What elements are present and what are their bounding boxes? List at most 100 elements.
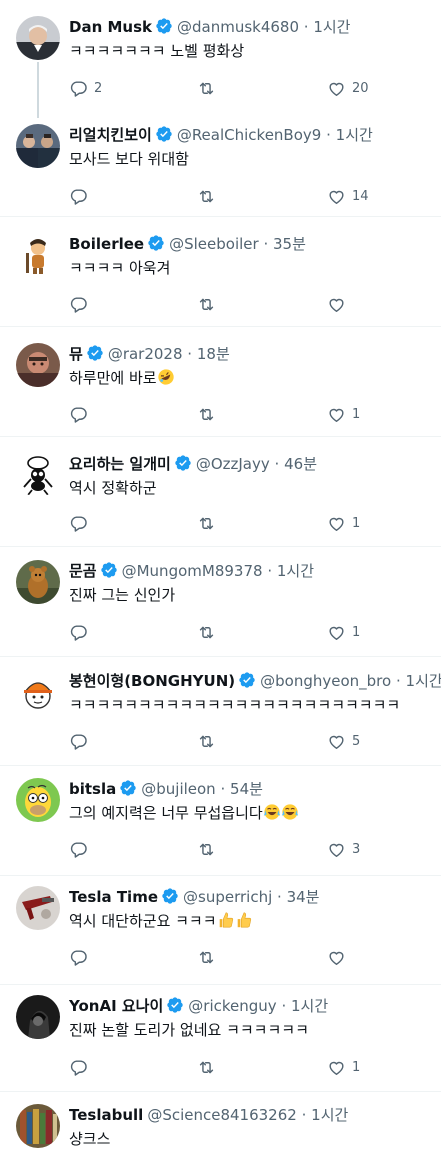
- tweet-text: 역시 대단하군요 ㅋㅋㅋ: [69, 910, 433, 932]
- like-button[interactable]: 1: [327, 512, 360, 534]
- retweet-button[interactable]: [197, 185, 222, 207]
- like-button[interactable]: 1: [327, 621, 360, 643]
- tweet[interactable]: 리얼치킨보이 @RealChickenBoy9 · 1시간 모사드 보다 위대함 …: [0, 108, 441, 216]
- user-handle[interactable]: @superrichj: [183, 888, 272, 906]
- timestamp[interactable]: 1시간: [336, 126, 373, 144]
- like-button[interactable]: 1: [327, 1056, 360, 1078]
- retweet-button[interactable]: [197, 838, 222, 860]
- like-button[interactable]: 20: [327, 77, 369, 99]
- avatar[interactable]: [16, 124, 60, 168]
- avatar[interactable]: [16, 778, 60, 822]
- reply-button[interactable]: [69, 512, 94, 534]
- user-handle[interactable]: @OzzJayy: [196, 455, 270, 473]
- separator-dot: ·: [187, 345, 193, 363]
- display-name[interactable]: Dan Musk: [69, 18, 152, 36]
- avatar[interactable]: [16, 995, 60, 1039]
- avatar[interactable]: [16, 16, 60, 60]
- display-name[interactable]: Tesla Time: [69, 888, 158, 906]
- reply-button[interactable]: [69, 293, 94, 315]
- tweet[interactable]: 봉현이형(BONGHYUN) @bonghyeon_bro · 1시간 ㅋㅋㅋㅋㅋ…: [0, 657, 441, 765]
- timestamp[interactable]: 1시간: [313, 18, 350, 36]
- user-handle[interactable]: @bujileon: [141, 780, 215, 798]
- reply-button[interactable]: [69, 946, 94, 968]
- tweet[interactable]: 문곰 @MungomM89378 · 1시간 진짜 그는 신인가 1: [0, 547, 441, 656]
- separator-dot: ·: [301, 1106, 307, 1124]
- retweet-button[interactable]: [197, 77, 222, 99]
- reply-icon: [70, 80, 87, 97]
- timestamp[interactable]: 18분: [197, 345, 230, 363]
- tweet[interactable]: 요리하는 일개미 @OzzJayy · 46분 역시 정확하군 1: [0, 437, 441, 546]
- reply-button[interactable]: [69, 403, 94, 425]
- reply-button[interactable]: 2: [69, 77, 102, 99]
- display-name[interactable]: 요리하는 일개미: [69, 455, 171, 473]
- display-name[interactable]: bitsla: [69, 780, 116, 798]
- like-button[interactable]: [327, 293, 352, 315]
- user-handle[interactable]: @Science84163262: [147, 1106, 297, 1124]
- tweet-actions: 5: [69, 730, 409, 752]
- reply-button[interactable]: [69, 1056, 94, 1078]
- display-name[interactable]: Boilerlee: [69, 235, 144, 253]
- display-name[interactable]: Teslabull: [69, 1106, 143, 1124]
- like-button[interactable]: 5: [327, 730, 360, 752]
- reply-button[interactable]: [69, 730, 94, 752]
- tweet[interactable]: Boilerlee @Sleeboiler · 35분 ㅋㅋㅋㅋ 아욱겨: [0, 217, 441, 326]
- like-button[interactable]: 1: [327, 403, 360, 425]
- like-button[interactable]: [327, 946, 352, 968]
- like-button[interactable]: 14: [327, 185, 369, 207]
- timestamp[interactable]: 54분: [230, 780, 263, 798]
- retweet-button[interactable]: [197, 621, 222, 643]
- timestamp[interactable]: 1시간: [291, 997, 328, 1015]
- display-name[interactable]: YonAI 요나이: [69, 997, 163, 1015]
- timestamp[interactable]: 1시간: [277, 562, 314, 580]
- display-name[interactable]: 봉현이형(BONGHYUN): [69, 672, 235, 690]
- timestamp[interactable]: 1시간: [406, 672, 441, 690]
- reply-button[interactable]: [69, 621, 94, 643]
- user-handle[interactable]: @Sleeboiler: [169, 235, 259, 253]
- retweet-icon: [199, 517, 214, 529]
- retweet-icon: [199, 626, 214, 638]
- display-name[interactable]: 리얼치킨보이: [69, 126, 152, 144]
- retweet-button[interactable]: [197, 1056, 222, 1078]
- timestamp[interactable]: 35분: [273, 235, 306, 253]
- tweet[interactable]: Dan Musk @danmusk4680 · 1시간 ㅋㅋㅋㅋㅋㅋㅋ 노벨 평화…: [0, 0, 441, 118]
- retweet-button[interactable]: [197, 512, 222, 534]
- avatar[interactable]: [16, 1104, 60, 1148]
- retweet-button[interactable]: [197, 293, 222, 315]
- avatar[interactable]: [16, 670, 60, 714]
- tweet[interactable]: YonAI 요나이 @rickenguy · 1시간 진짜 논할 도리가 없네요 …: [0, 985, 441, 1091]
- display-name[interactable]: 뮤: [69, 345, 83, 363]
- reply-button[interactable]: [69, 838, 94, 860]
- retweet-button[interactable]: [197, 946, 222, 968]
- tweet[interactable]: bitsla @bujileon · 54분 그의 예지력은 너무 무섭읍니다 3: [0, 766, 441, 875]
- user-handle[interactable]: @RealChickenBoy9: [177, 126, 322, 144]
- tweet[interactable]: Tesla Time @superrichj · 34분 역시 대단하군요 ㅋㅋㅋ: [0, 876, 441, 984]
- reply-icon: [70, 296, 87, 313]
- like-icon: [329, 408, 344, 422]
- user-handle[interactable]: @MungomM89378: [122, 562, 263, 580]
- user-handle[interactable]: @rar2028: [108, 345, 183, 363]
- like-icon: [329, 951, 344, 965]
- verified-badge-icon: [167, 997, 183, 1013]
- avatar[interactable]: [16, 453, 60, 497]
- verified-badge-icon: [156, 126, 172, 142]
- user-handle[interactable]: @rickenguy: [188, 997, 276, 1015]
- reply-icon: [70, 188, 87, 205]
- like-button[interactable]: 3: [327, 838, 360, 860]
- retweet-button[interactable]: [197, 403, 222, 425]
- tweet[interactable]: Teslabull @Science84163262 · 1시간 샹크스: [0, 1092, 441, 1166]
- retweet-button[interactable]: [197, 730, 222, 752]
- avatar[interactable]: [16, 560, 60, 604]
- timestamp[interactable]: 46분: [284, 455, 317, 473]
- tweet[interactable]: 뮤 @rar2028 · 18분 하루만에 바로 1: [0, 327, 441, 436]
- reply-icon: [70, 624, 87, 641]
- avatar[interactable]: [16, 233, 60, 277]
- user-handle[interactable]: @danmusk4680: [177, 18, 299, 36]
- display-name[interactable]: 문곰: [69, 562, 97, 580]
- avatar[interactable]: [16, 343, 60, 387]
- like-count: 1: [352, 624, 361, 640]
- timestamp[interactable]: 34분: [287, 888, 320, 906]
- reply-button[interactable]: [69, 185, 94, 207]
- user-handle[interactable]: @bonghyeon_bro: [260, 672, 391, 690]
- avatar[interactable]: [16, 886, 60, 930]
- timestamp[interactable]: 1시간: [311, 1106, 348, 1124]
